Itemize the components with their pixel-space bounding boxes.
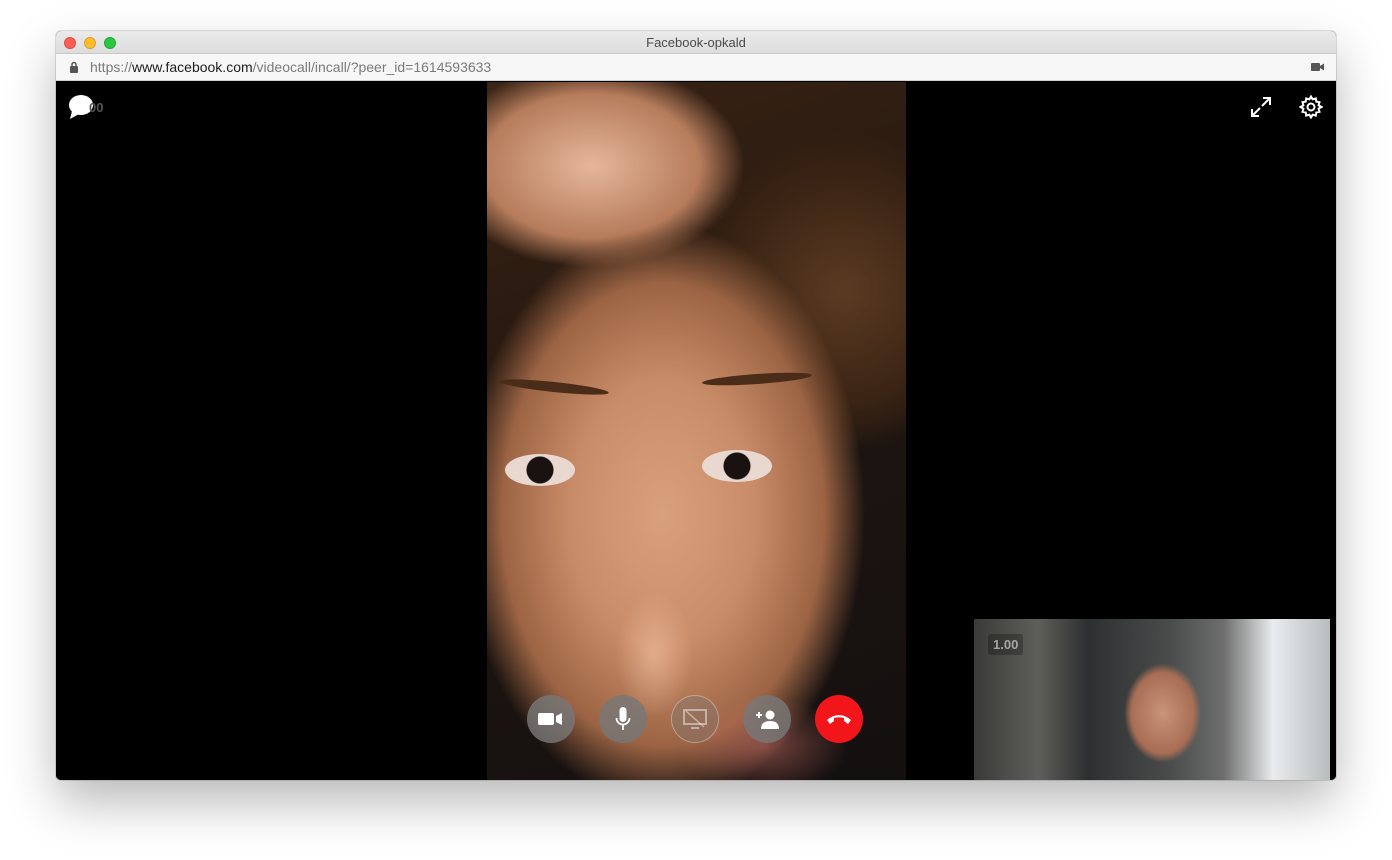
add-person-button[interactable] xyxy=(743,695,791,743)
remote-video xyxy=(487,82,906,780)
url-host: www.facebook.com xyxy=(132,59,253,75)
screen-share-icon xyxy=(683,709,707,729)
local-video-preview[interactable]: 1.00 xyxy=(974,619,1330,780)
expand-icon xyxy=(1251,97,1271,117)
remote-face-eye-right xyxy=(702,450,772,482)
browser-window: Facebook-opkald https://www.facebook.com… xyxy=(56,31,1336,780)
settings-button[interactable] xyxy=(1298,94,1324,120)
call-stage: 00 1.00 xyxy=(56,82,1336,780)
remote-face-eye-left xyxy=(505,454,575,486)
gear-icon xyxy=(1298,94,1324,120)
url-path: /videocall/incall/?peer_id=1614593633 xyxy=(252,59,492,75)
add-person-icon xyxy=(756,710,779,729)
call-controls xyxy=(527,695,867,745)
remote-face-brow-right xyxy=(701,370,813,388)
screen-share-button[interactable] xyxy=(671,695,719,743)
url-text[interactable]: https://www.facebook.com/videocall/incal… xyxy=(90,59,491,75)
fullscreen-button[interactable] xyxy=(1250,96,1272,118)
chat-count: 00 xyxy=(89,100,104,115)
camera-toggle-button[interactable] xyxy=(527,695,575,743)
remote-face-brow-left xyxy=(498,376,610,398)
window-title: Facebook-opkald xyxy=(646,35,746,50)
lock-icon xyxy=(70,61,78,73)
url-scheme: https:// xyxy=(90,59,133,75)
hang-up-icon xyxy=(827,715,851,724)
video-camera-icon xyxy=(538,713,562,725)
camera-in-use-icon[interactable] xyxy=(1311,62,1324,72)
local-preview-label: 1.00 xyxy=(988,634,1024,655)
end-call-button[interactable] xyxy=(815,695,863,743)
microphone-toggle-button[interactable] xyxy=(599,695,647,743)
microphone-icon xyxy=(615,707,631,730)
address-bar[interactable]: https://www.facebook.com/videocall/incal… xyxy=(56,54,1336,81)
title-bar: Facebook-opkald xyxy=(56,31,1336,54)
